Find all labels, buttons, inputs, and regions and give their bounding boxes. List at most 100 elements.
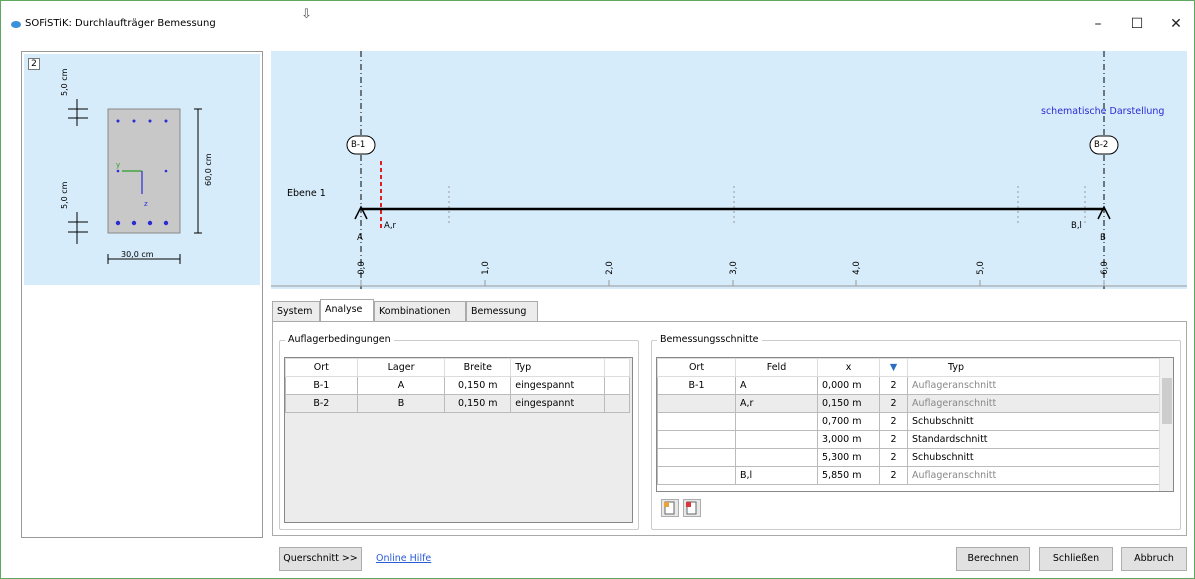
cursor-icon: ⇩	[301, 7, 312, 22]
cell[interactable]: 2	[879, 448, 908, 467]
sections-group-title: Bemessungsschnitte	[657, 334, 762, 345]
cell[interactable]: Auflageranschnitt	[907, 376, 1161, 395]
cell[interactable]: 2	[879, 430, 908, 449]
cell[interactable]: Schubschnitt	[907, 448, 1161, 467]
axis-z-label: z	[144, 200, 148, 208]
cell[interactable]: 0,700 m	[817, 412, 880, 431]
column-header[interactable]: x	[817, 358, 880, 377]
table-row[interactable]: 3,000 m 2 Standardschnitt	[657, 430, 1161, 449]
cell[interactable]: 2	[879, 376, 908, 395]
cell[interactable]: eingespannt	[510, 394, 606, 413]
column-header[interactable]: Ort	[657, 358, 736, 377]
minimize-icon[interactable]: –	[1083, 11, 1113, 37]
add-section-icon[interactable]	[661, 499, 679, 517]
table-row[interactable]: B-1 A 0,000 m 2 Auflageranschnitt	[657, 376, 1161, 395]
table-row[interactable]: B-1 A 0,150 m eingespannt	[285, 376, 630, 395]
cell[interactable]: 5,850 m	[817, 466, 880, 485]
cell[interactable]: 0,000 m	[817, 376, 880, 395]
cell[interactable]: 0,150 m	[444, 394, 512, 413]
cross-section-drawing: y z 5,0 cm 5,0 cm 60,0 cm 30,0 cm	[60, 68, 213, 264]
table-row[interactable]: B,l 5,850 m 2 Auflageranschnitt	[657, 466, 1161, 485]
section-label-ar: A,r	[384, 221, 397, 231]
cell[interactable]: A	[356, 376, 446, 395]
bearing-label-b: B	[1100, 233, 1106, 243]
cell[interactable]: 3,000 m	[817, 430, 880, 449]
cell[interactable]	[657, 448, 736, 467]
cell[interactable]: B-1	[657, 376, 736, 395]
table-row[interactable]: A,r 0,150 m 2 Auflageranschnitt	[657, 394, 1161, 413]
calculate-button[interactable]: Berechnen	[956, 547, 1030, 571]
bearing-label-a: A	[357, 233, 363, 243]
dim-bottom-label: 5,0 cm	[60, 181, 69, 209]
close-icon[interactable]: ✕	[1161, 11, 1191, 37]
width-label: 30,0 cm	[121, 250, 154, 259]
column-header[interactable]: Typ	[907, 358, 1161, 377]
tab-bemessung[interactable]: Bemessung	[466, 301, 538, 321]
maximize-icon[interactable]: ☐	[1122, 11, 1152, 37]
cell[interactable]	[735, 430, 818, 449]
sections-grid[interactable]: Ort Feld x ▼ Typ B-1 A 0,000 m 2 Auflage…	[656, 357, 1174, 492]
cell[interactable]: eingespannt	[510, 376, 606, 395]
cell[interactable]: 2	[879, 412, 908, 431]
vertical-scrollbar[interactable]	[1159, 358, 1173, 491]
column-header[interactable]: Breite	[444, 358, 512, 377]
tick-label: 2,0	[604, 261, 615, 275]
beam-diagram[interactable]: schematische Darstellung Ebene 1 B-1 B-2…	[271, 51, 1187, 289]
cell[interactable]: B-1	[285, 376, 358, 395]
level-label: Ebene 1	[287, 188, 326, 199]
cell[interactable]: Auflageranschnitt	[907, 394, 1161, 413]
column-header[interactable]: Ort	[285, 358, 358, 377]
column-header[interactable]: Typ	[510, 358, 606, 377]
cell[interactable]: 2	[879, 466, 908, 485]
cross-section-panel: 2 y z 5,0 cm 5,0 cm 60,0 cm 30,0 cm	[21, 51, 263, 538]
cross-section-view[interactable]: 2 y z 5,0 cm 5,0 cm 60,0 cm 30,0 cm	[24, 54, 260, 285]
cross-section-button[interactable]: Querschnitt >>	[279, 547, 362, 571]
schematic-note: schematische Darstellung	[1041, 106, 1165, 117]
main-window: SOFiSTiK: Durchlaufträger Bemessung ⇩ – …	[0, 0, 1195, 579]
delete-section-icon[interactable]	[683, 499, 701, 517]
cell[interactable]: 0,150 m	[444, 376, 512, 395]
tab-analyse[interactable]: Analyse	[320, 299, 374, 321]
axis-y-label: y	[116, 161, 120, 169]
table-row[interactable]: 0,700 m 2 Schubschnitt	[657, 412, 1161, 431]
scrollbar-thumb[interactable]	[1162, 378, 1172, 424]
cell[interactable]: Standardschnitt	[907, 430, 1161, 449]
supports-group: Auflagerbedingungen Ort Lager Breite Typ…	[279, 334, 639, 530]
app-icon	[11, 21, 21, 28]
supports-group-title: Auflagerbedingungen	[285, 334, 394, 345]
section-label-bl: B,l	[1071, 221, 1082, 231]
cell[interactable]: 2	[879, 394, 908, 413]
window-title: SOFiSTiK: Durchlaufträger Bemessung	[25, 18, 216, 29]
column-header[interactable]: Lager	[356, 358, 446, 377]
cell[interactable]: A	[735, 376, 818, 395]
cell[interactable]: B-2	[285, 394, 358, 413]
table-row[interactable]: B-2 B 0,150 m eingespannt	[285, 394, 630, 413]
supports-grid[interactable]: Ort Lager Breite Typ B-1 A 0,150 m einge…	[284, 357, 633, 523]
cell[interactable]: Schubschnitt	[907, 412, 1161, 431]
title-bar: SOFiSTiK: Durchlaufträger Bemessung ⇩ – …	[1, 1, 1194, 47]
cell[interactable]	[657, 412, 736, 431]
cell[interactable]: 0,150 m	[817, 394, 880, 413]
cell[interactable]: A,r	[735, 394, 818, 413]
cell[interactable]	[657, 430, 736, 449]
tab-kombinationen[interactable]: Kombinationen	[374, 301, 466, 321]
tick-label: 4,0	[851, 261, 862, 275]
column-header[interactable]: Feld	[735, 358, 818, 377]
tab-system[interactable]: System	[272, 301, 320, 321]
height-label: 60,0 cm	[204, 153, 213, 186]
help-link[interactable]: Online Hilfe	[376, 553, 431, 564]
cell[interactable]: Auflageranschnitt	[907, 466, 1161, 485]
cell[interactable]: 5,300 m	[817, 448, 880, 467]
cell[interactable]: B,l	[735, 466, 818, 485]
dim-top-label: 5,0 cm	[60, 68, 69, 96]
cell[interactable]: B	[356, 394, 446, 413]
table-row[interactable]: 5,300 m 2 Schubschnitt	[657, 448, 1161, 467]
close-button[interactable]: Schließen	[1039, 547, 1113, 571]
cell[interactable]	[657, 394, 736, 413]
cancel-button[interactable]: Abbruch	[1121, 547, 1187, 571]
cell[interactable]	[735, 448, 818, 467]
tick-label: 5,0	[975, 261, 986, 275]
cell[interactable]	[735, 412, 818, 431]
filter-icon[interactable]: ▼	[879, 358, 908, 377]
cell[interactable]	[657, 466, 736, 485]
